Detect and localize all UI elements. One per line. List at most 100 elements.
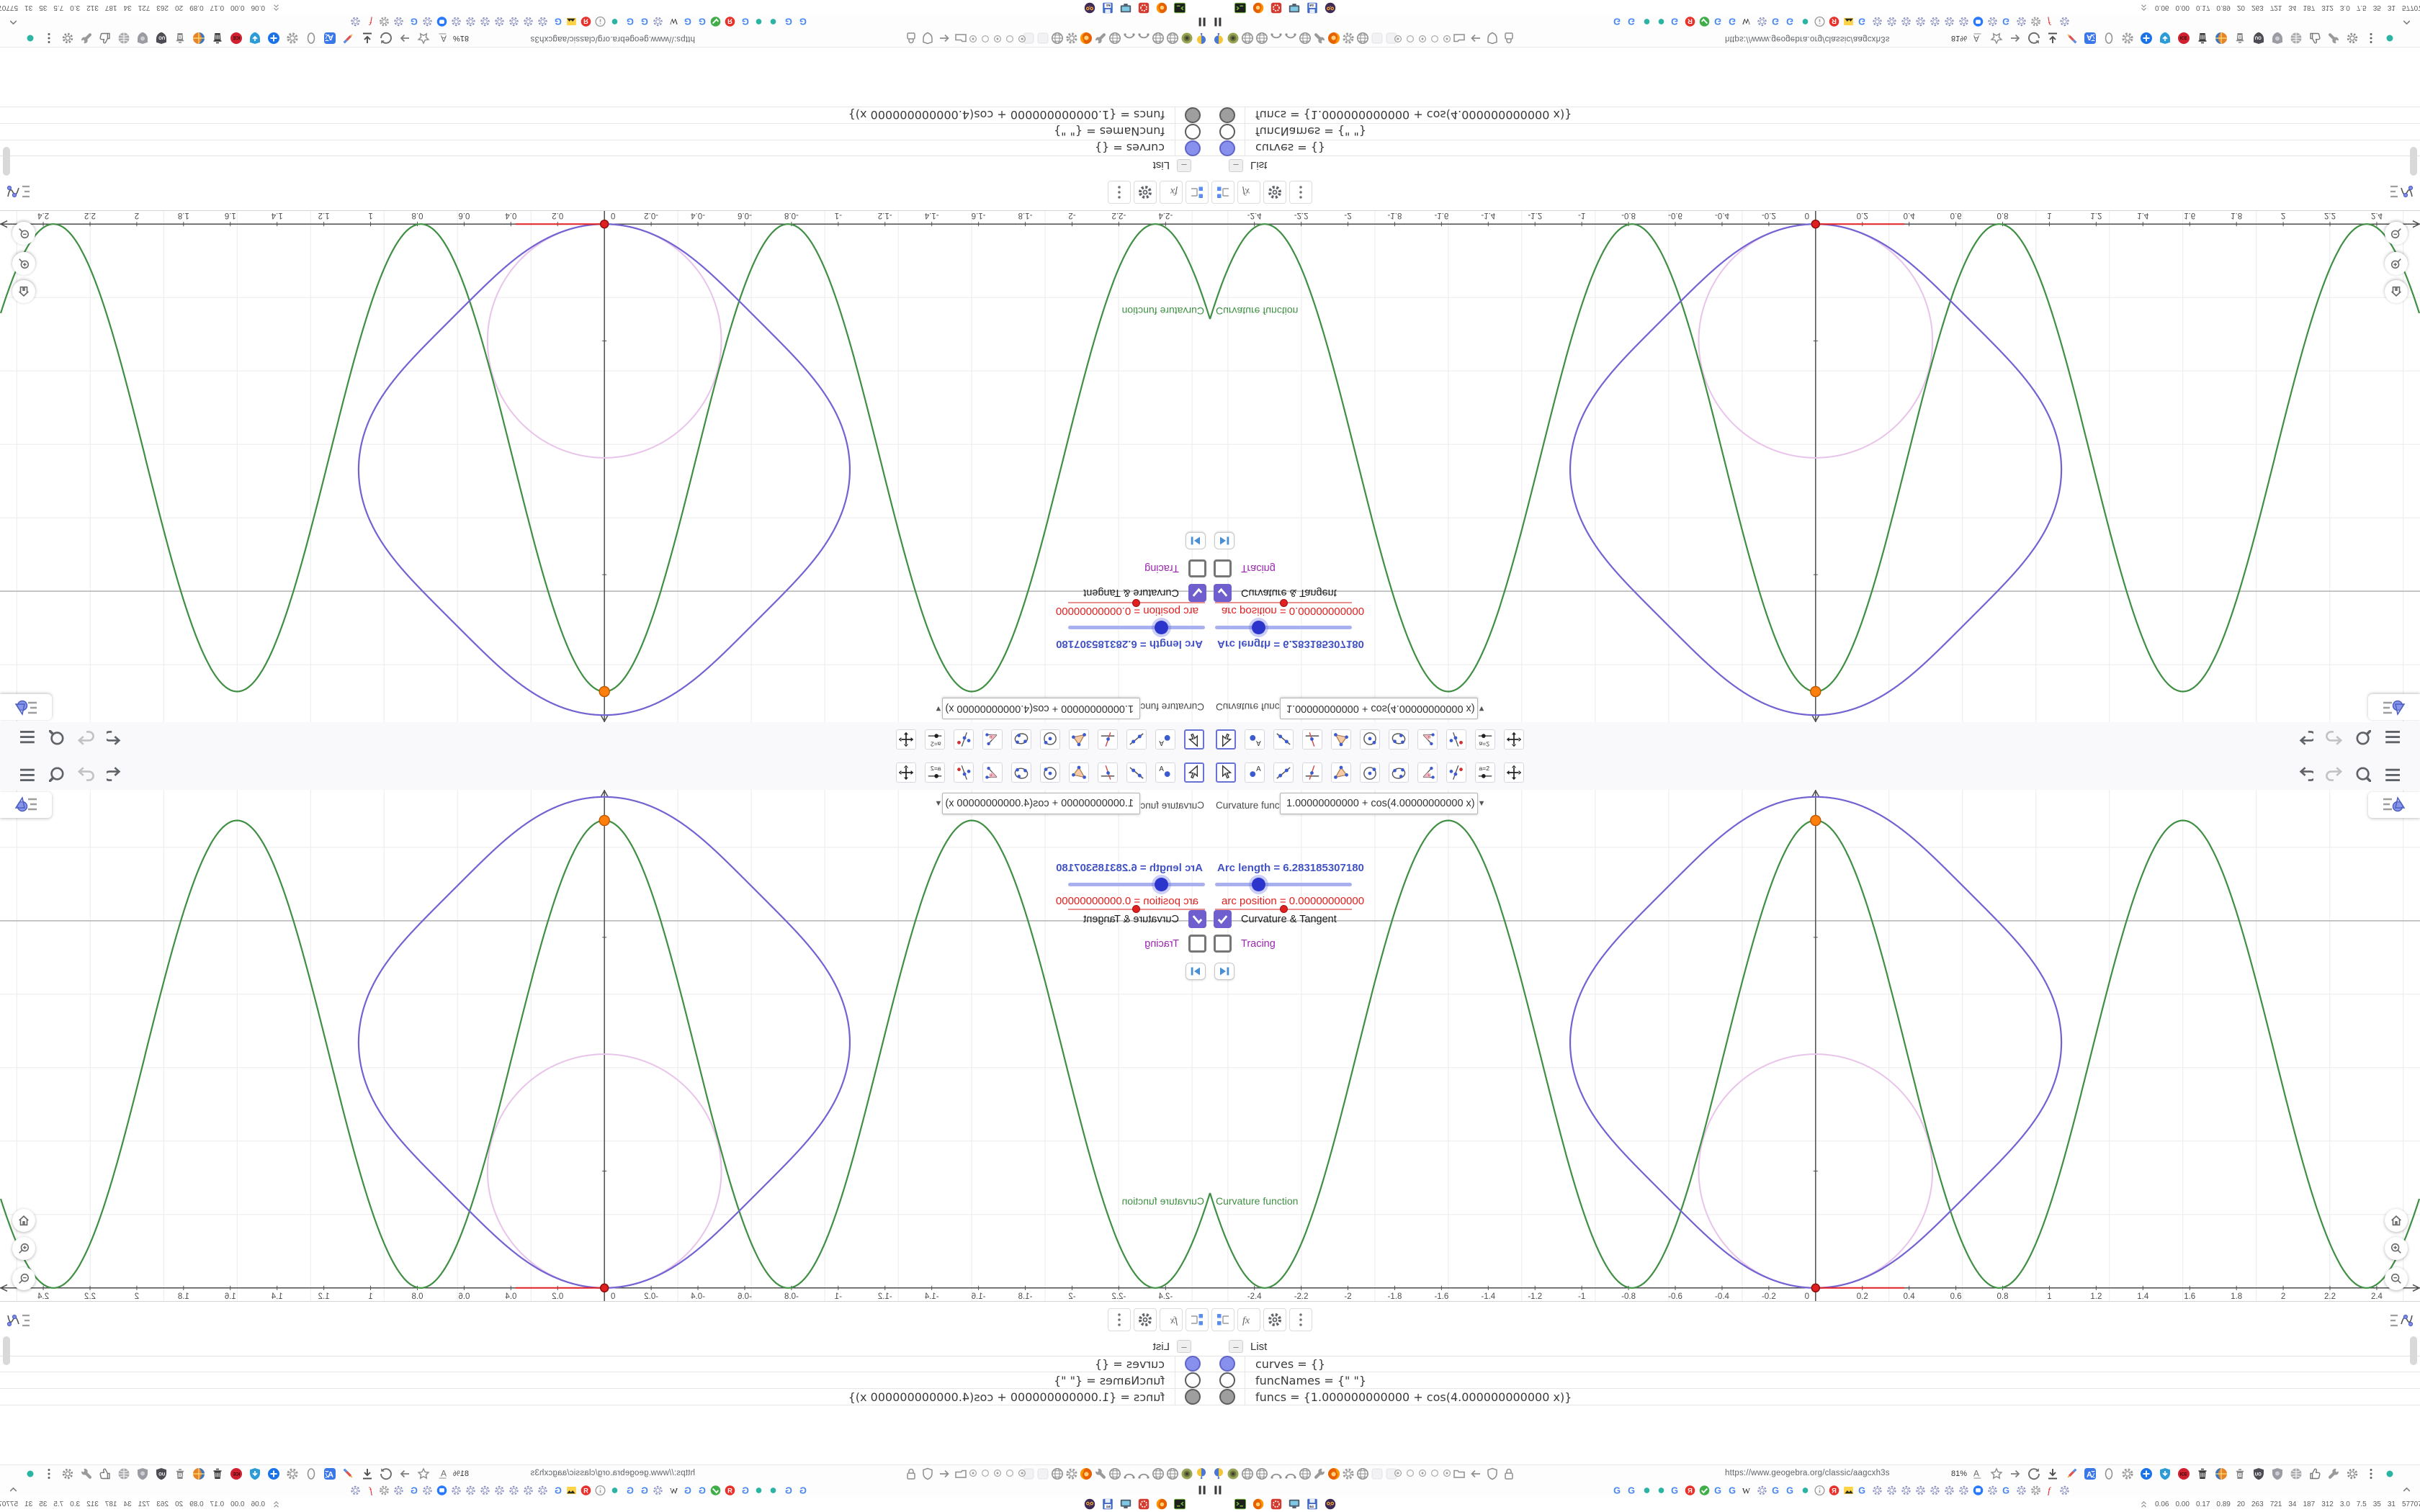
zoom-text-icon[interactable]: 81% <box>453 31 469 45</box>
zoom-level-badge[interactable]: 81% <box>1951 1470 1967 1478</box>
monitor-icon[interactable] <box>1119 1 1132 14</box>
G-icon[interactable]: G <box>738 1484 750 1496</box>
dot-ring-icon[interactable] <box>1392 33 1404 45</box>
algebra-fx-button[interactable]: fx <box>1237 1308 1260 1331</box>
plus-blue-icon[interactable] <box>266 1467 281 1481</box>
ring-icon[interactable] <box>1429 33 1440 45</box>
owl-icon[interactable] <box>1083 1 1096 14</box>
algebra-fx-button[interactable]: fx <box>1160 1308 1183 1331</box>
terminal-icon[interactable] <box>1234 1498 1247 1511</box>
flower-icon[interactable] <box>450 1484 462 1496</box>
G-icon[interactable]: G <box>637 16 650 28</box>
tool-button-slider[interactable]: a=2 <box>925 762 945 783</box>
lock-icon[interactable] <box>904 31 918 45</box>
arc-icon[interactable] <box>1122 31 1137 45</box>
arc-icon[interactable] <box>1269 1467 1283 1481</box>
oval-icon[interactable] <box>304 1467 318 1481</box>
blue-chat-icon[interactable] <box>436 16 448 28</box>
curvature-tangent-checkbox[interactable] <box>1188 910 1206 928</box>
redo-button[interactable] <box>2323 763 2343 783</box>
arc-length-slider[interactable] <box>1068 883 1205 886</box>
ring-icon[interactable] <box>1404 1467 1416 1479</box>
zoom-out-button[interactable] <box>12 222 35 245</box>
oval-icon[interactable] <box>2102 1467 2116 1481</box>
yandex-icon[interactable]: Я <box>1828 16 1840 28</box>
algebra-kebab-button[interactable] <box>1108 181 1131 204</box>
tool-button-point[interactable]: A <box>1155 762 1175 783</box>
red-app-icon[interactable] <box>1270 1 1283 14</box>
flower-icon[interactable] <box>1914 16 1927 28</box>
globe-gray-icon[interactable] <box>117 1467 131 1481</box>
zoom-level-badge[interactable]: 81% <box>1951 34 1967 42</box>
lock-icon[interactable] <box>1502 31 1516 45</box>
tool-button-polygon[interactable] <box>1331 729 1351 750</box>
firefox-icon[interactable] <box>1252 1498 1265 1511</box>
flower-icon[interactable] <box>465 16 477 28</box>
globe-gray-icon[interactable] <box>117 31 131 45</box>
teal-dot-icon[interactable] <box>609 16 621 28</box>
lock-icon[interactable] <box>904 1467 918 1481</box>
redo-button[interactable] <box>2323 729 2343 749</box>
trash-d-icon[interactable]: D <box>173 1467 187 1481</box>
folder-icon[interactable] <box>954 31 968 45</box>
address-bar-url[interactable]: https://www.geogebra.org/classic/aagcxh3… <box>1725 1469 1890 1477</box>
arc-icon[interactable] <box>1283 1467 1298 1481</box>
globe-icon[interactable] <box>1151 31 1165 45</box>
address-bar-url[interactable]: https://www.geogebra.org/classic/aagcxh3… <box>530 1469 695 1477</box>
algebra-row[interactable]: funcs = {1.000000000000 + cos(4.00000000… <box>1210 1389 2420 1405</box>
G-icon[interactable]: G <box>1785 1484 1797 1496</box>
home-button[interactable] <box>12 1209 35 1232</box>
faint-box-icon[interactable] <box>1370 1467 1384 1481</box>
tool-button-special-lines[interactable] <box>1302 762 1322 783</box>
arc-length-slider[interactable] <box>1215 626 1352 629</box>
reload-icon[interactable] <box>379 1467 393 1481</box>
visibility-marble-toggle[interactable] <box>1219 124 1235 140</box>
dot-ring-icon[interactable] <box>1417 33 1428 45</box>
floppy-64-icon[interactable]: 64 <box>1101 1 1114 14</box>
blue-chat-icon[interactable] <box>436 1484 448 1496</box>
teal-dot-icon[interactable] <box>2383 1467 2397 1481</box>
algebra-row[interactable]: curves = {} <box>1210 1356 2420 1372</box>
collapse-list-button[interactable]: – <box>1229 159 1243 172</box>
lock-icon[interactable] <box>1502 1467 1516 1481</box>
flower-icon[interactable] <box>652 16 664 28</box>
arrow-right-icon[interactable] <box>2008 31 2022 45</box>
red-app-icon[interactable] <box>1270 1498 1283 1511</box>
wrench-icon[interactable] <box>1093 31 1108 45</box>
undo-button[interactable] <box>2295 729 2314 749</box>
dot-ring-icon[interactable] <box>992 1467 1003 1479</box>
pencil-icon[interactable] <box>341 1467 356 1481</box>
teal-dot-icon[interactable] <box>1799 1484 1811 1496</box>
zoom-in-button[interactable] <box>12 252 35 275</box>
teal-dot-icon[interactable] <box>1655 1484 1667 1496</box>
ring-icon[interactable] <box>1404 33 1416 45</box>
shield-icon[interactable] <box>1485 31 1500 45</box>
globe-icon[interactable] <box>1355 1467 1370 1481</box>
red-f-icon[interactable]: f <box>2044 1484 2056 1496</box>
gear-outline-icon[interactable] <box>2345 31 2360 45</box>
photo-icon[interactable] <box>565 16 578 28</box>
G-icon[interactable]: G <box>1727 1484 1739 1496</box>
menu-button[interactable] <box>2381 763 2401 783</box>
flower-icon[interactable] <box>2058 1484 2071 1496</box>
globe-color-icon[interactable] <box>2214 31 2228 45</box>
address-bar-url[interactable]: https://www.geogebra.org/classic/aagcxh3… <box>1725 35 1890 43</box>
flower-icon[interactable] <box>1929 1484 1941 1496</box>
tool-button-conic[interactable] <box>1389 762 1409 783</box>
G-icon[interactable]: G <box>1857 1484 1869 1496</box>
firefox-icon[interactable] <box>1327 31 1341 45</box>
tool-button-polygon[interactable] <box>1069 729 1089 750</box>
zoom-out-button[interactable] <box>2385 222 2408 245</box>
flower-icon[interactable] <box>349 16 362 28</box>
tool-button-slider[interactable]: a=2 <box>1475 762 1495 783</box>
shield-uo-icon[interactable]: UO <box>154 31 169 45</box>
globe-icon[interactable] <box>1050 1467 1065 1481</box>
tool-button-angle[interactable]: α <box>1417 729 1438 750</box>
translate-small-icon[interactable]: A <box>1971 1467 1985 1481</box>
wrench-icon[interactable] <box>79 31 94 45</box>
ring-icon[interactable] <box>980 33 991 45</box>
wrench-icon[interactable] <box>2326 31 2341 45</box>
trash-d-icon[interactable]: D <box>173 31 187 45</box>
pinned-bookmark-icon[interactable] <box>1212 16 1224 28</box>
teal-dot-icon[interactable] <box>1641 16 1653 28</box>
